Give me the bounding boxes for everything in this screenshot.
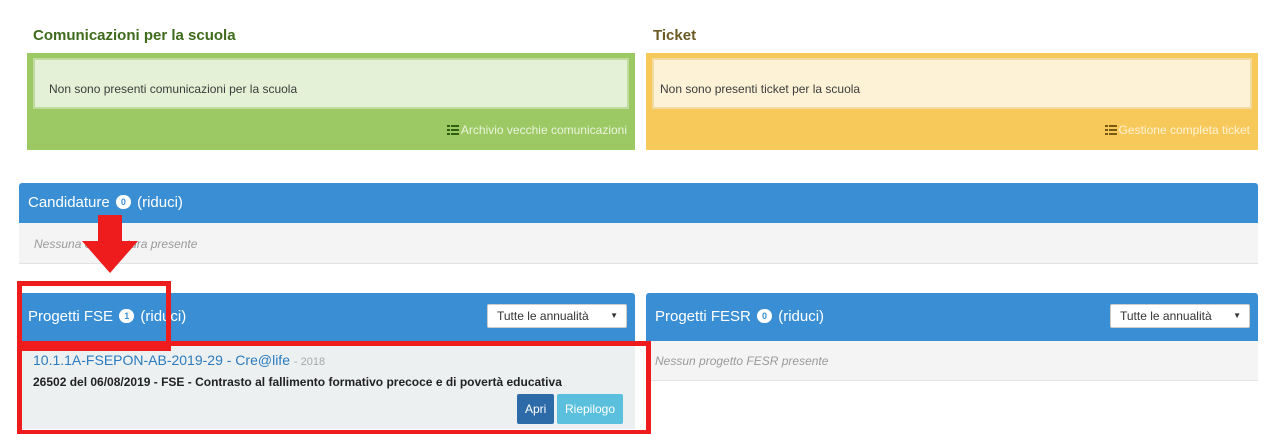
candidature-empty: Nessuna candidatura presente xyxy=(19,223,1258,264)
progetti-fesr-title: Progetti FESR xyxy=(655,308,751,325)
archive-link-label: Archivio vecchie comunicazioni xyxy=(460,123,627,137)
progetti-fesr-header: Progetti FESR 0 (riduci) Tutte le annual… xyxy=(646,293,1258,341)
comunicazioni-message: Non sono presenti comunicazioni per la s… xyxy=(33,58,629,109)
fse-year-filter-value: Tutte le annualità xyxy=(497,309,589,323)
candidature-header: Candidature 0 (riduci) xyxy=(19,183,1258,223)
list-icon xyxy=(446,125,459,135)
annotation-highlight-fse-project xyxy=(17,341,651,434)
candidature-title: Candidature xyxy=(28,194,110,211)
progetti-fesr-toggle[interactable]: (riduci) xyxy=(778,308,824,325)
arrow-down-icon xyxy=(82,215,138,273)
caret-down-icon: ▼ xyxy=(610,311,618,320)
candidature-count-badge: 0 xyxy=(115,195,131,209)
ticket-manage-label: Gestione completa ticket xyxy=(1118,123,1250,137)
ticket-panel: Non sono presenti ticket per la scuola G… xyxy=(646,53,1258,150)
candidature-toggle[interactable]: (riduci) xyxy=(137,194,183,211)
progetti-fesr-empty: Nessun progetto FESR presente xyxy=(646,341,1258,381)
comunicazioni-title: Comunicazioni per la scuola xyxy=(33,27,236,44)
caret-down-icon: ▼ xyxy=(1233,311,1241,320)
archive-link[interactable]: Archivio vecchie comunicazioni xyxy=(446,123,627,137)
fesr-year-filter[interactable]: Tutte le annualità ▼ xyxy=(1110,304,1250,328)
ticket-message: Non sono presenti ticket per la scuola xyxy=(652,58,1252,109)
comunicazioni-panel: Non sono presenti comunicazioni per la s… xyxy=(27,53,635,150)
ticket-title: Ticket xyxy=(653,27,697,44)
list-icon xyxy=(1104,125,1117,135)
fse-year-filter[interactable]: Tutte le annualità ▼ xyxy=(487,304,627,328)
fesr-year-filter-value: Tutte le annualità xyxy=(1120,309,1212,323)
ticket-manage-link[interactable]: Gestione completa ticket xyxy=(1104,123,1250,137)
progetti-fesr-count-badge: 0 xyxy=(757,309,773,323)
